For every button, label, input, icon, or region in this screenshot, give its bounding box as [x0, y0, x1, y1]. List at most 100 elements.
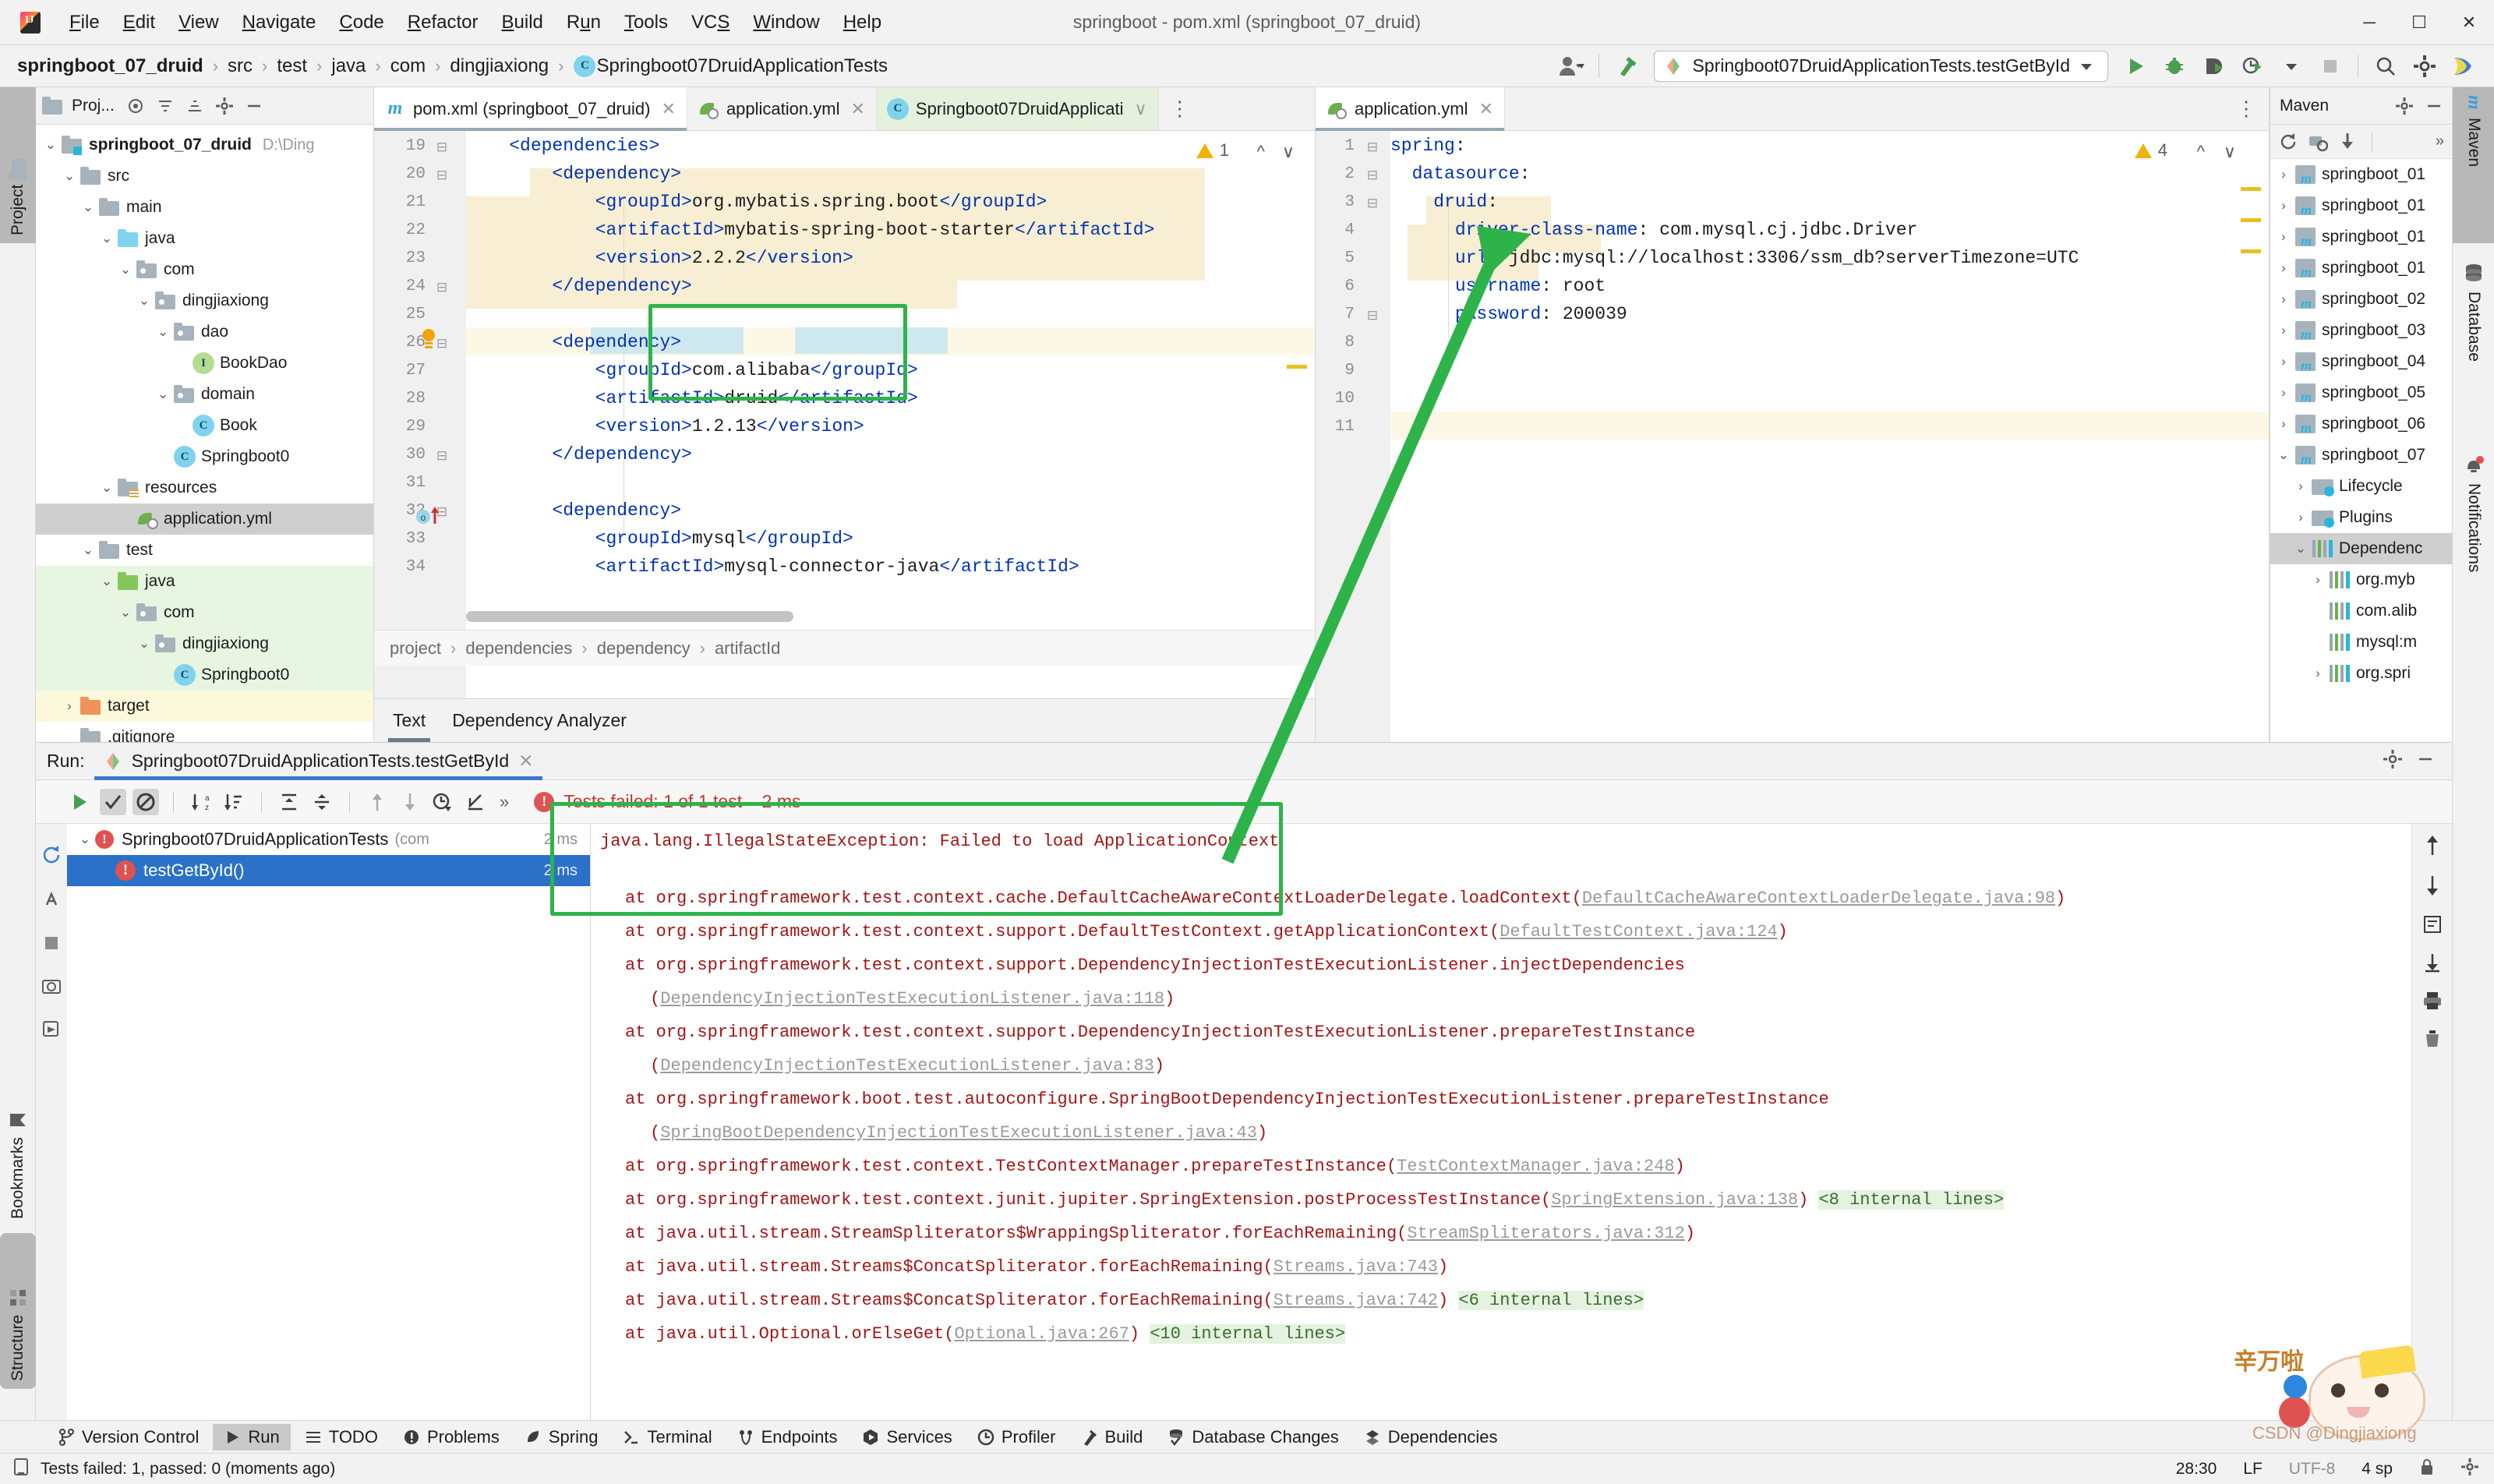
minimize-button[interactable]: ─	[2344, 0, 2394, 45]
caret-position[interactable]: 28:30	[2176, 1460, 2217, 1479]
next-failed-icon[interactable]	[397, 789, 423, 815]
tree-twisty[interactable]: ⌄	[115, 605, 136, 620]
crumb-project[interactable]: project	[390, 638, 441, 659]
tree-twisty[interactable]: ⌄	[78, 542, 98, 558]
hide-ignored-icon[interactable]	[132, 788, 159, 815]
menu-view[interactable]: View	[167, 7, 231, 38]
editor-tabs-more-icon[interactable]: ⋮	[1159, 87, 1201, 130]
run-side-toolbar[interactable]: 9	[36, 780, 67, 1440]
console-line[interactable]: at org.springframework.test.context.supp…	[625, 956, 1685, 975]
console-line[interactable]: java.lang.IllegalStateException: Failed …	[600, 832, 1279, 851]
sort-alpha-icon[interactable]: az	[188, 789, 214, 815]
console-line[interactable]: at java.util.Optional.orElseGet(Optional…	[625, 1324, 1346, 1344]
project-tree-row[interactable]: ⌄ dingjiaxiong	[36, 285, 373, 316]
run-with-coverage-button[interactable]	[2194, 49, 2233, 83]
settings-icon[interactable]	[211, 93, 238, 119]
screenshot-icon[interactable]	[41, 977, 62, 999]
maven-tree-row[interactable]: ⌄ springboot_07	[2270, 440, 2452, 471]
menu-tools[interactable]: Tools	[613, 7, 680, 38]
menu-file[interactable]: FFileile	[58, 7, 111, 38]
maven-tree-row[interactable]: com.alib	[2270, 595, 2452, 627]
run-configuration-selector[interactable]: Springboot07DruidApplicationTests.testGe…	[1654, 50, 2108, 82]
sidebar-tab-bookmarks[interactable]: Bookmarks	[0, 1063, 36, 1227]
breadcrumb-test[interactable]: test	[277, 55, 307, 77]
tree-twisty[interactable]: ⌄	[59, 168, 79, 184]
tool-window-button-problems[interactable]: Problems	[392, 1424, 510, 1450]
breadcrumb-dingjiaxiong[interactable]: dingjiaxiong	[450, 55, 549, 77]
build-hammer-icon[interactable]	[1607, 49, 1646, 83]
prev-highlight-icon[interactable]: ^	[2197, 142, 2205, 162]
test-console-output[interactable]: java.lang.IllegalStateException: Failed …	[591, 824, 2411, 1440]
tree-twisty[interactable]: ›	[2273, 198, 2294, 214]
crumb-dependencies[interactable]: dependencies	[465, 638, 572, 659]
maven-more-icon[interactable]: »	[2436, 132, 2452, 150]
debug-button[interactable]	[2155, 49, 2194, 83]
editor-options-more-icon[interactable]: ⋮	[2236, 87, 2269, 130]
inspection-warning-chip-yml[interactable]: 4	[2134, 140, 2167, 161]
stop-icon[interactable]	[42, 934, 61, 956]
chevron-down-icon[interactable]	[2272, 49, 2311, 83]
maven-tree-row[interactable]: › springboot_01	[2270, 159, 2452, 190]
crumb-artifactid[interactable]: artifactId	[715, 638, 780, 659]
prev-failed-icon[interactable]	[364, 789, 390, 815]
tool-window-button-dependencies[interactable]: Dependencies	[1353, 1424, 1509, 1450]
hide-panel-icon[interactable]	[241, 93, 267, 119]
history-icon[interactable]	[429, 789, 456, 815]
project-tree[interactable]: ⌄ springboot_07_druid D:\Ding ⌄ src ⌄ main ⌄ jav…	[36, 125, 373, 753]
fold-marker[interactable]: ⊟	[435, 168, 449, 182]
console-line[interactable]: at org.springframework.test.context.Test…	[625, 1157, 1685, 1176]
console-line[interactable]: (SpringBootDependencyInjectionTestExecut…	[650, 1123, 1267, 1143]
console-line[interactable]: (DependencyInjectionTestExecutionListene…	[650, 1056, 1164, 1076]
test-tree-row-class[interactable]: ⌄ ! Springboot07DruidApplicationTests (c…	[67, 824, 590, 855]
editor-horizontal-scrollbar[interactable]	[466, 611, 793, 622]
project-tree-row[interactable]: ⌄ java	[36, 566, 373, 597]
scroll-to-end-icon[interactable]	[2422, 952, 2443, 977]
console-line[interactable]: at org.springframework.test.context.supp…	[625, 922, 1788, 942]
maven-tree-row[interactable]: › springboot_05	[2270, 377, 2452, 408]
tree-twisty[interactable]: ⌄	[97, 480, 117, 496]
sidebar-tab-structure[interactable]: Structure	[0, 1233, 36, 1389]
error-stripe-mark[interactable]	[2241, 187, 2261, 191]
console-line[interactable]: at org.springframework.test.context.supp…	[625, 1023, 1695, 1042]
tree-twisty[interactable]: ›	[2291, 510, 2311, 525]
run-toolbar[interactable]: az » ! Tests failed: 1 of 1 test – 2 ms	[36, 780, 2452, 824]
expand-all-icon[interactable]	[276, 789, 302, 815]
editor-tab-application-yml-right[interactable]: application.yml ✕	[1316, 87, 1505, 131]
next-highlight-icon[interactable]: ∨	[2224, 142, 2236, 162]
run-toolbar-more-icon[interactable]: »	[500, 792, 509, 812]
test-results-tree[interactable]: ⌄ ! Springboot07DruidApplicationTests (c…	[67, 824, 591, 1440]
export-icon[interactable]	[462, 789, 489, 815]
editor-tabs-left[interactable]: m pom.xml (springboot_07_druid) ✕ applic…	[374, 87, 1315, 131]
maven-tree-row[interactable]: › org.myb	[2270, 564, 2452, 595]
breadcrumb-testclass[interactable]: Springboot07DruidApplicationTests	[596, 55, 888, 77]
menu-run[interactable]: Run	[555, 7, 613, 38]
prev-highlight-icon[interactable]: ^	[1257, 142, 1265, 162]
close-icon[interactable]: ✕	[662, 99, 676, 119]
menu-vcs[interactable]: VCS	[680, 7, 741, 38]
download-sources-icon[interactable]	[2334, 129, 2361, 155]
sidebar-tab-database[interactable]: Database	[2453, 256, 2494, 435]
tool-window-button-endpoints[interactable]: Endpoints	[726, 1424, 849, 1450]
gear-icon[interactable]	[2405, 49, 2444, 83]
fold-marker[interactable]: ⊟	[435, 448, 449, 463]
project-tree-row[interactable]: application.yml	[36, 504, 373, 535]
project-tree-row[interactable]: ⌄ com	[36, 597, 373, 628]
project-tree-row[interactable]: I BookDao	[36, 348, 373, 379]
close-icon[interactable]: ✕	[518, 751, 533, 772]
bottom-tool-strip[interactable]: Version Control Run TODO Problems Spring Term…	[0, 1420, 2494, 1453]
tree-twisty[interactable]: ⌄	[78, 200, 98, 215]
tree-twisty[interactable]: ›	[2273, 416, 2294, 432]
print-icon[interactable]	[2422, 991, 2443, 1015]
tool-window-button-todo[interactable]: TODO	[294, 1424, 389, 1450]
soft-wrap-icon[interactable]	[2422, 914, 2443, 938]
console-line[interactable]: at java.util.stream.Streams$ConcatSplite…	[625, 1257, 1448, 1277]
tree-twisty[interactable]: ›	[2273, 385, 2294, 401]
hide-panel-icon[interactable]	[2421, 93, 2447, 119]
menu-bar[interactable]: FFileile Edit View Navigate Code Refacto…	[58, 7, 893, 38]
scroll-to-top-icon[interactable]	[2422, 835, 2443, 860]
tool-window-button-database-changes[interactable]: Database Changes	[1157, 1424, 1349, 1450]
maven-toolbar[interactable]: »	[2270, 125, 2452, 159]
run-tab[interactable]: Springboot07DruidApplicationTests.testGe…	[94, 743, 543, 780]
tree-twisty[interactable]: ›	[59, 698, 79, 714]
console-line[interactable]: at java.util.stream.StreamSpliterators$W…	[625, 1224, 1695, 1243]
